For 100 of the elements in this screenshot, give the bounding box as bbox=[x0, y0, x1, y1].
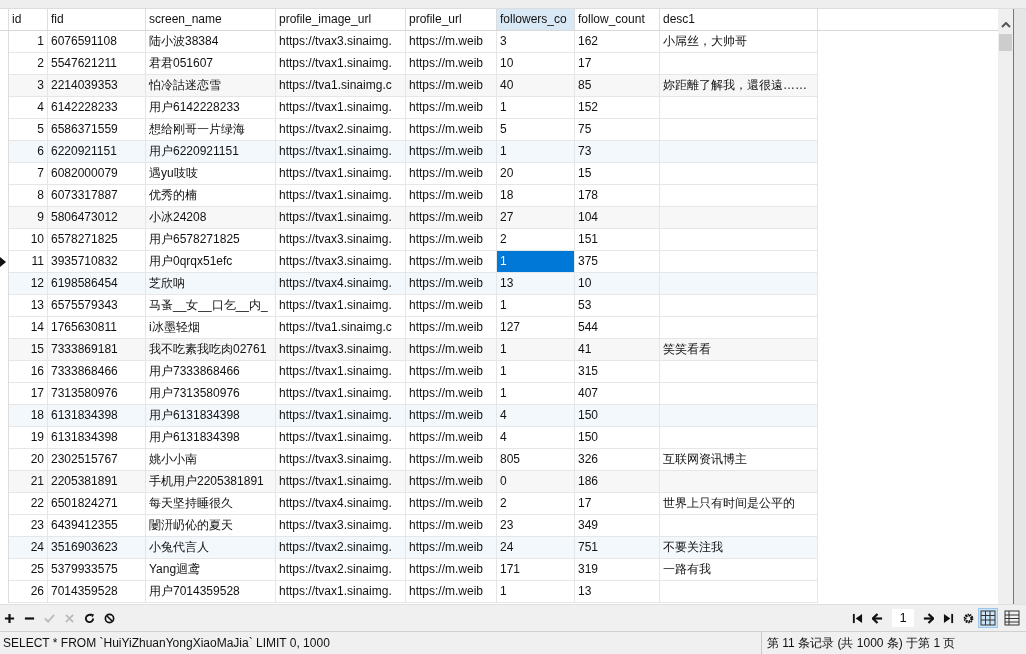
table-cell[interactable]: https://m.weib bbox=[406, 339, 497, 361]
table-cell[interactable]: 1 bbox=[9, 31, 48, 53]
table-cell[interactable]: 6131834398 bbox=[48, 427, 146, 449]
table-cell[interactable]: 41 bbox=[575, 339, 660, 361]
table-cell[interactable] bbox=[660, 361, 818, 383]
table-cell[interactable]: 21 bbox=[9, 471, 48, 493]
table-cell[interactable]: https://tvax1.sinaimg. bbox=[276, 581, 406, 603]
table-cell[interactable]: https://tvax1.sinaimg. bbox=[276, 405, 406, 427]
table-cell[interactable]: https://tvax3.sinaimg. bbox=[276, 339, 406, 361]
table-cell[interactable]: 6131834398 bbox=[48, 405, 146, 427]
table-cell[interactable]: https://m.weib bbox=[406, 163, 497, 185]
table-cell[interactable]: 15 bbox=[9, 339, 48, 361]
table-cell[interactable]: https://m.weib bbox=[406, 537, 497, 559]
table-cell[interactable]: 7333868466 bbox=[48, 361, 146, 383]
table-cell[interactable]: https://m.weib bbox=[406, 427, 497, 449]
form-view-button[interactable] bbox=[1002, 608, 1022, 628]
table-cell[interactable]: 6 bbox=[9, 141, 48, 163]
table-cell[interactable] bbox=[660, 273, 818, 295]
table-cell[interactable]: 遇yu吱吱 bbox=[146, 163, 276, 185]
table-cell[interactable]: 15 bbox=[575, 163, 660, 185]
table-cell[interactable]: 1 bbox=[497, 581, 575, 603]
table-cell[interactable]: 16 bbox=[9, 361, 48, 383]
column-header[interactable]: desc1 bbox=[660, 9, 818, 30]
table-cell[interactable]: 4 bbox=[9, 97, 48, 119]
add-icon[interactable] bbox=[4, 612, 15, 624]
table-cell[interactable]: 10 bbox=[575, 273, 660, 295]
table-cell[interactable]: 2214039353 bbox=[48, 75, 146, 97]
table-cell[interactable]: https://tvax1.sinaimg. bbox=[276, 207, 406, 229]
table-cell[interactable]: 53 bbox=[575, 295, 660, 317]
table-cell[interactable]: 手机用户2205381891 bbox=[146, 471, 276, 493]
table-cell[interactable] bbox=[660, 295, 818, 317]
table-cell[interactable]: https://m.weib bbox=[406, 229, 497, 251]
table-cell[interactable] bbox=[660, 141, 818, 163]
table-cell[interactable] bbox=[660, 97, 818, 119]
table-cell[interactable]: 陆小波38384 bbox=[146, 31, 276, 53]
table-cell[interactable]: 6198586454 bbox=[48, 273, 146, 295]
table-cell[interactable]: https://tvax4.sinaimg. bbox=[276, 273, 406, 295]
column-header[interactable]: followers_co bbox=[497, 9, 575, 30]
table-cell[interactable]: 19 bbox=[9, 427, 48, 449]
table-cell[interactable]: 3 bbox=[497, 31, 575, 53]
table-cell[interactable]: https://m.weib bbox=[406, 471, 497, 493]
settings-icon[interactable] bbox=[963, 612, 974, 624]
table-cell[interactable]: 3 bbox=[9, 75, 48, 97]
table-cell[interactable]: 26 bbox=[9, 581, 48, 603]
table-cell[interactable]: 我不吃素我吃肉02761 bbox=[146, 339, 276, 361]
table-cell[interactable]: https://m.weib bbox=[406, 361, 497, 383]
table-cell[interactable]: 27 bbox=[497, 207, 575, 229]
table-cell[interactable]: https://tvax1.sinaimg. bbox=[276, 163, 406, 185]
first-page-icon[interactable] bbox=[852, 612, 863, 624]
column-header[interactable]: follow_count bbox=[575, 9, 660, 30]
table-cell[interactable]: https://tvax1.sinaimg. bbox=[276, 97, 406, 119]
table-cell[interactable]: https://tvax1.sinaimg. bbox=[276, 427, 406, 449]
table-cell[interactable]: https://tva1.sinaimg.c bbox=[276, 75, 406, 97]
table-cell[interactable]: https://m.weib bbox=[406, 405, 497, 427]
table-cell[interactable]: 不要关注我 bbox=[660, 537, 818, 559]
table-cell[interactable]: 104 bbox=[575, 207, 660, 229]
table-cell[interactable]: https://tvax3.sinaimg. bbox=[276, 31, 406, 53]
table-cell[interactable]: 2205381891 bbox=[48, 471, 146, 493]
scroll-up-icon[interactable] bbox=[1000, 22, 1011, 28]
table-cell[interactable]: https://tvax1.sinaimg. bbox=[276, 471, 406, 493]
table-cell[interactable]: 171 bbox=[497, 559, 575, 581]
table-cell[interactable]: 1 bbox=[497, 251, 575, 273]
table-cell[interactable]: 13 bbox=[575, 581, 660, 603]
table-cell[interactable] bbox=[660, 229, 818, 251]
table-cell[interactable]: https://m.weib bbox=[406, 207, 497, 229]
table-cell[interactable]: 24 bbox=[9, 537, 48, 559]
table-cell[interactable]: 1 bbox=[497, 97, 575, 119]
table-cell[interactable]: Yang迴鸢 bbox=[146, 559, 276, 581]
table-cell[interactable]: 6575579343 bbox=[48, 295, 146, 317]
column-header[interactable]: id bbox=[9, 9, 48, 30]
close-icon[interactable] bbox=[64, 612, 75, 624]
table-cell[interactable]: 芝欣呐 bbox=[146, 273, 276, 295]
column-header[interactable]: screen_name bbox=[146, 9, 276, 30]
table-cell[interactable]: 小冰24208 bbox=[146, 207, 276, 229]
table-cell[interactable]: 用户6578271825 bbox=[146, 229, 276, 251]
table-cell[interactable]: 1 bbox=[497, 339, 575, 361]
table-cell[interactable]: 162 bbox=[575, 31, 660, 53]
table-cell[interactable]: 6082000079 bbox=[48, 163, 146, 185]
table-cell[interactable]: 20 bbox=[497, 163, 575, 185]
table-cell[interactable]: 40 bbox=[497, 75, 575, 97]
table-cell[interactable]: 小屌丝，大帅哥 bbox=[660, 31, 818, 53]
table-cell[interactable]: 5806473012 bbox=[48, 207, 146, 229]
table-cell[interactable] bbox=[660, 471, 818, 493]
table-cell[interactable]: 17 bbox=[575, 493, 660, 515]
previous-page-icon[interactable] bbox=[872, 612, 883, 624]
table-cell[interactable]: 笑笑看看 bbox=[660, 339, 818, 361]
next-page-icon[interactable] bbox=[923, 612, 934, 624]
table-cell[interactable]: 150 bbox=[575, 405, 660, 427]
table-cell[interactable] bbox=[660, 405, 818, 427]
table-cell[interactable] bbox=[660, 427, 818, 449]
table-cell[interactable]: https://m.weib bbox=[406, 493, 497, 515]
table-cell[interactable]: 13 bbox=[9, 295, 48, 317]
table-cell[interactable]: 妳距離了解我，還很遠…… bbox=[660, 75, 818, 97]
table-cell[interactable]: 6142228233 bbox=[48, 97, 146, 119]
table-cell[interactable]: 12 bbox=[9, 273, 48, 295]
table-cell[interactable]: 7333869181 bbox=[48, 339, 146, 361]
page-number-field[interactable]: 1 bbox=[892, 609, 914, 627]
table-cell[interactable]: 4 bbox=[497, 427, 575, 449]
table-cell[interactable]: 用户7333868466 bbox=[146, 361, 276, 383]
grid-view-button[interactable] bbox=[978, 608, 998, 628]
